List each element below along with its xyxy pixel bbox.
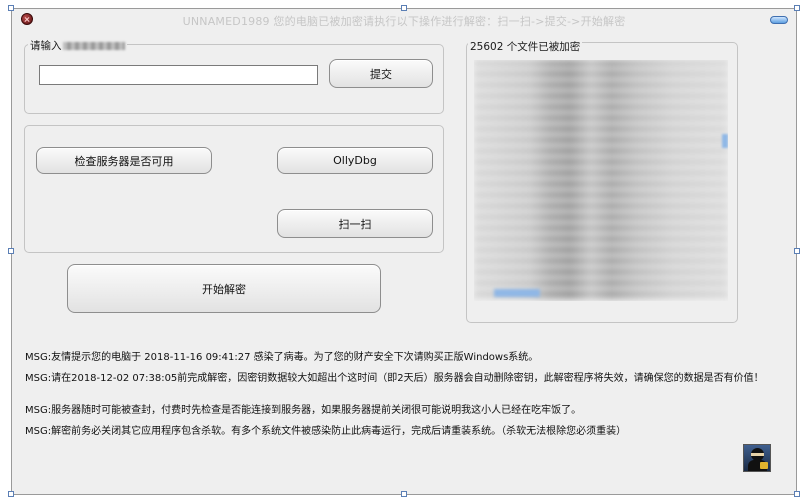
resize-handle-top-right[interactable] (794, 5, 800, 11)
submit-button[interactable]: 提交 (329, 59, 433, 88)
start-decrypt-button[interactable]: 开始解密 (67, 264, 381, 313)
key-input[interactable] (39, 65, 318, 85)
encrypted-files-label: 25602 个文件已被加密 (468, 39, 583, 54)
window-title: UNNAMED1989 您的电脑已被加密请执行以下操作进行解密：扫一扫->提交-… (182, 15, 626, 28)
title-bar: UNNAMED1989 您的电脑已被加密请执行以下操作进行解密：扫一扫->提交-… (12, 9, 796, 31)
redacted-id (62, 42, 125, 50)
encrypted-file-list[interactable] (474, 60, 728, 301)
ollydbg-button[interactable]: OllyDbg (277, 147, 433, 174)
message-line: MSG:服务器随时可能被查封，付费时先检查是否能连接到服务器，如果服务器提前关闭… (25, 405, 582, 416)
encrypted-file-list-content (474, 60, 728, 301)
input-group-label-text: 请输入 (30, 40, 62, 52)
scan-button[interactable]: 扫一扫 (277, 209, 433, 238)
message-line: MSG:友情提示您的电脑于 2018-11-16 09:41:27 感染了病毒。… (25, 352, 539, 363)
input-group-label: 请输入 (28, 38, 127, 53)
hacker-avatar-icon (743, 444, 771, 472)
resize-handle-right[interactable] (794, 248, 800, 254)
resize-handle-left[interactable] (8, 248, 14, 254)
ollydbg-button-label: OllyDbg (333, 154, 377, 167)
start-decrypt-button-label: 开始解密 (202, 282, 246, 296)
submit-button-label: 提交 (370, 67, 392, 81)
message-line: MSG:请在2018-12-02 07:38:05前完成解密，因密钥数据较大如超… (25, 373, 764, 384)
resize-handle-bottom[interactable] (401, 491, 407, 497)
file-list-selected-item[interactable] (494, 289, 540, 297)
check-server-button-label: 检查服务器是否可用 (74, 154, 174, 168)
ransom-window: UNNAMED1989 您的电脑已被加密请执行以下操作进行解密：扫一扫->提交-… (11, 8, 797, 495)
file-list-scrollbar[interactable] (722, 134, 728, 148)
check-server-button[interactable]: 检查服务器是否可用 (36, 147, 212, 174)
resize-handle-top[interactable] (401, 5, 407, 11)
minimize-icon[interactable] (770, 16, 788, 24)
resize-handle-top-left[interactable] (8, 5, 14, 11)
resize-handle-bottom-left[interactable] (8, 491, 14, 497)
message-line: MSG:解密前务必关闭其它应用程序包含杀软。有多个系统文件被感染防止此病毒运行，… (25, 426, 627, 437)
resize-handle-bottom-right[interactable] (794, 491, 800, 497)
scan-button-label: 扫一扫 (338, 217, 372, 231)
